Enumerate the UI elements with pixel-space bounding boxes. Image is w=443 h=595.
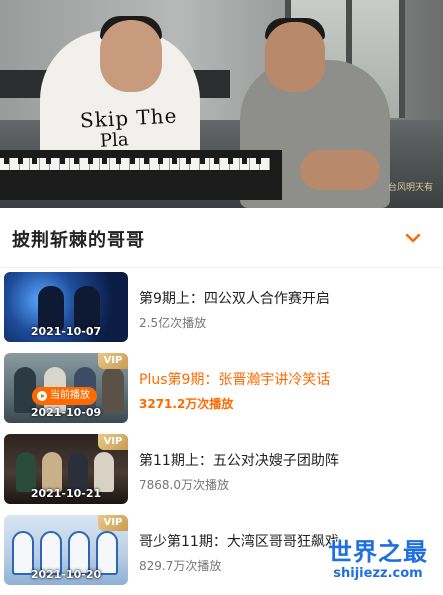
episode-item-active[interactable]: VIP 当前播放 2021-10-09 Plus第9期：张晋瀚宇讲冷笑话 327… — [0, 349, 443, 430]
chevron-down-icon[interactable] — [405, 232, 421, 244]
player-shirt-text-2: Pla — [99, 129, 130, 152]
episode-views: 829.7万次播放 — [139, 559, 222, 573]
section-header: 披荆斩棘的哥哥 — [0, 208, 443, 268]
now-playing-label: 当前播放 — [50, 390, 90, 401]
thumbnail-figure — [38, 286, 64, 330]
episode-item[interactable]: 2021-10-07 第9期上：四公双人合作赛开启 2.5亿次播放 — [0, 268, 443, 349]
thumbnail-figure — [16, 452, 36, 492]
player-person-left-head — [100, 20, 162, 92]
episode-views: 2.5亿次播放 — [139, 316, 207, 330]
episode-thumbnail[interactable]: VIP 2021-10-21 — [4, 434, 128, 504]
episode-title[interactable]: 第11期上：五公对决嫂子团助阵 — [139, 450, 339, 470]
episode-title[interactable]: 第9期上：四公双人合作赛开启 — [139, 288, 330, 308]
thumbnail-figure — [74, 286, 100, 330]
player-person-right-arm — [300, 150, 380, 190]
episode-date: 2021-10-21 — [30, 487, 102, 500]
vip-badge: VIP — [98, 353, 128, 369]
thumbnail-figure — [68, 452, 88, 492]
episode-title[interactable]: Plus第9期：张晋瀚宇讲冷笑话 — [139, 369, 330, 389]
player-watermark: 台风明天有 — [387, 183, 433, 193]
episode-views: 7868.0万次播放 — [139, 478, 229, 492]
player-shirt-text: Skip The — [79, 103, 178, 133]
site-logo-cn: 世界之最 — [328, 538, 428, 566]
episode-title[interactable]: 哥少第11期：大湾区哥哥狂飙戏 — [139, 531, 339, 551]
player-person-right-head — [265, 22, 325, 92]
player-piano-black-keys — [4, 158, 270, 164]
video-player[interactable]: Skip The Pla 台风明天有 — [0, 0, 443, 208]
episode-thumbnail[interactable]: 2021-10-07 — [4, 272, 128, 342]
episode-date: 2021-10-09 — [30, 406, 102, 419]
thumbnail-figure — [42, 452, 62, 492]
site-watermark-logo: 世界之最 shijiezz.com — [318, 538, 438, 582]
section-title: 披荆斩棘的哥哥 — [12, 230, 145, 251]
episode-thumbnail[interactable]: VIP 2021-10-20 — [4, 515, 128, 585]
site-logo-en: shijiezz.com — [333, 566, 423, 581]
episode-date: 2021-10-07 — [30, 325, 102, 338]
play-icon — [37, 391, 47, 401]
episode-thumbnail[interactable]: VIP 当前播放 2021-10-09 — [4, 353, 128, 423]
vip-badge: VIP — [98, 515, 128, 531]
vip-badge: VIP — [98, 434, 128, 450]
episode-views: 3271.2万次播放 — [139, 397, 234, 411]
thumbnail-figure — [94, 452, 114, 492]
episode-date: 2021-10-20 — [30, 568, 102, 581]
now-playing-badge: 当前播放 — [32, 387, 97, 405]
episode-item[interactable]: VIP 2021-10-21 第11期上：五公对决嫂子团助阵 7868.0万次播… — [0, 430, 443, 511]
